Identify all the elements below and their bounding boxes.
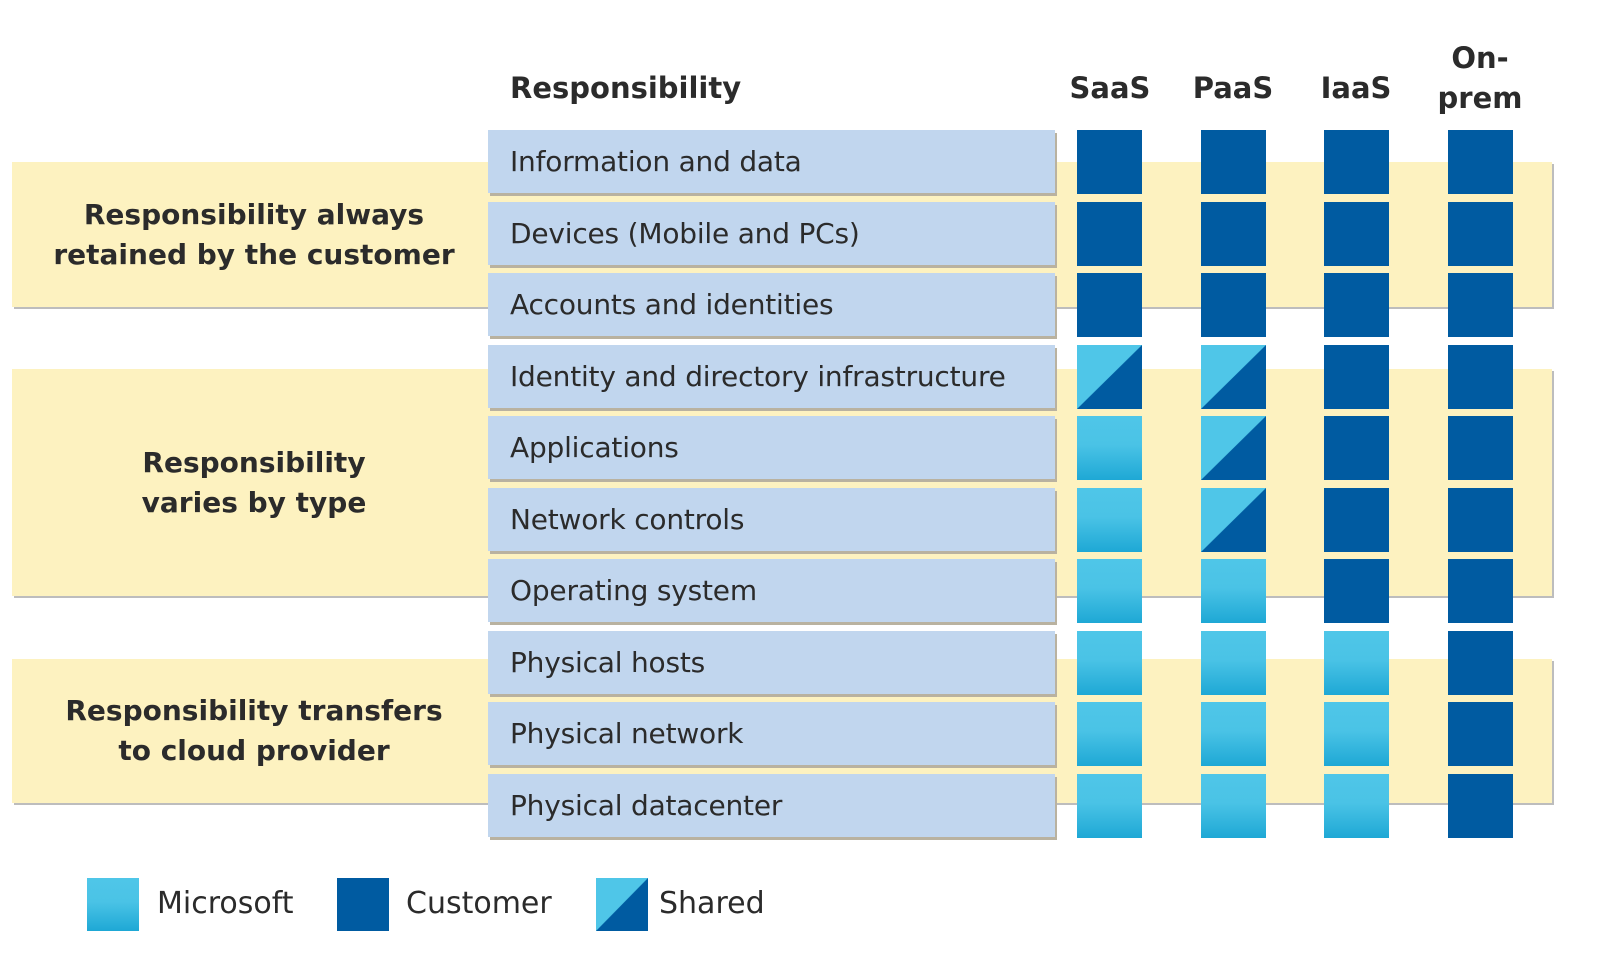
legend-microsoft-label: Microsoft bbox=[157, 886, 294, 921]
cell-saas-shared bbox=[1077, 345, 1142, 409]
row-label: Accounts and identities bbox=[510, 288, 834, 321]
cell-iaas-customer bbox=[1324, 416, 1389, 480]
row-label-box: Devices (Mobile and PCs) bbox=[488, 202, 1055, 265]
band-label-customer-retained: Responsibility always retained by the cu… bbox=[12, 162, 496, 307]
cell-paas-shared bbox=[1201, 416, 1266, 480]
row-label: Identity and directory infrastructure bbox=[510, 360, 1006, 393]
legend-shared-swatch bbox=[596, 878, 648, 931]
legend-microsoft-swatch bbox=[87, 878, 139, 931]
cell-paas-customer bbox=[1201, 130, 1266, 194]
cell-on-prem-customer bbox=[1448, 130, 1513, 194]
column-header-on-prem: On- prem bbox=[1437, 41, 1523, 115]
cell-on-prem-customer bbox=[1448, 559, 1513, 623]
cell-paas-microsoft bbox=[1201, 702, 1266, 766]
cell-paas-shared bbox=[1201, 345, 1266, 409]
row-label-box: Physical datacenter bbox=[488, 774, 1055, 837]
band-label-transfers-to-provider: Responsibility transfers to cloud provid… bbox=[12, 659, 496, 803]
row-label-box: Applications bbox=[488, 416, 1055, 479]
row-label-box: Operating system bbox=[488, 559, 1055, 622]
cell-paas-microsoft bbox=[1201, 774, 1266, 838]
cell-saas-microsoft bbox=[1077, 631, 1142, 695]
cell-iaas-microsoft bbox=[1324, 702, 1389, 766]
cell-paas-shared bbox=[1201, 488, 1266, 552]
row-label: Physical hosts bbox=[510, 646, 706, 679]
cell-paas-customer bbox=[1201, 202, 1266, 266]
cell-iaas-customer bbox=[1324, 559, 1389, 623]
cell-paas-customer bbox=[1201, 273, 1266, 337]
row-label-box: Physical network bbox=[488, 702, 1055, 765]
column-header-paas: PaaS bbox=[1192, 71, 1274, 105]
row-label-box: Information and data bbox=[488, 130, 1055, 193]
cell-on-prem-customer bbox=[1448, 416, 1513, 480]
cell-on-prem-customer bbox=[1448, 488, 1513, 552]
cell-on-prem-customer bbox=[1448, 702, 1513, 766]
cell-saas-microsoft bbox=[1077, 774, 1142, 838]
legend-customer-label: Customer bbox=[406, 886, 552, 921]
row-label-box: Network controls bbox=[488, 488, 1055, 551]
cell-iaas-customer bbox=[1324, 488, 1389, 552]
row-label: Operating system bbox=[510, 574, 757, 607]
row-label: Physical network bbox=[510, 717, 744, 750]
row-label: Physical datacenter bbox=[510, 789, 783, 822]
cell-iaas-customer bbox=[1324, 345, 1389, 409]
row-label: Network controls bbox=[510, 503, 745, 536]
cell-iaas-customer bbox=[1324, 273, 1389, 337]
legend-shared-label: Shared bbox=[659, 886, 765, 921]
row-label: Information and data bbox=[510, 145, 802, 178]
column-header-iaas: IaaS bbox=[1320, 71, 1392, 105]
cell-on-prem-customer bbox=[1448, 631, 1513, 695]
cell-iaas-customer bbox=[1324, 202, 1389, 266]
row-label-box: Accounts and identities bbox=[488, 273, 1055, 336]
cell-saas-microsoft bbox=[1077, 702, 1142, 766]
cell-saas-customer bbox=[1077, 130, 1142, 194]
row-label-box: Identity and directory infrastructure bbox=[488, 345, 1055, 408]
cell-iaas-customer bbox=[1324, 130, 1389, 194]
row-label: Devices (Mobile and PCs) bbox=[510, 217, 860, 250]
band-label-text: Responsibility always retained by the cu… bbox=[53, 197, 455, 271]
band-label-text: Responsibility transfers to cloud provid… bbox=[65, 694, 443, 767]
cell-saas-customer bbox=[1077, 202, 1142, 266]
cell-saas-microsoft bbox=[1077, 488, 1142, 552]
responsibility-header: Responsibility bbox=[510, 71, 742, 105]
row-label-box: Physical hosts bbox=[488, 631, 1055, 694]
cell-on-prem-customer bbox=[1448, 273, 1513, 337]
cell-paas-microsoft bbox=[1201, 559, 1266, 623]
cell-iaas-microsoft bbox=[1324, 631, 1389, 695]
cell-saas-microsoft bbox=[1077, 416, 1142, 480]
band-label-text: Responsibility varies by type bbox=[141, 445, 367, 519]
row-label: Applications bbox=[510, 431, 679, 464]
cell-on-prem-customer bbox=[1448, 345, 1513, 409]
band-label-varies-by-type: Responsibility varies by type bbox=[12, 369, 496, 596]
legend-customer-swatch bbox=[337, 878, 389, 931]
cell-saas-microsoft bbox=[1077, 559, 1142, 623]
cell-iaas-microsoft bbox=[1324, 774, 1389, 838]
cell-saas-customer bbox=[1077, 273, 1142, 337]
column-header-saas: SaaS bbox=[1069, 71, 1151, 105]
cell-on-prem-customer bbox=[1448, 774, 1513, 838]
cell-on-prem-customer bbox=[1448, 202, 1513, 266]
cell-paas-microsoft bbox=[1201, 631, 1266, 695]
